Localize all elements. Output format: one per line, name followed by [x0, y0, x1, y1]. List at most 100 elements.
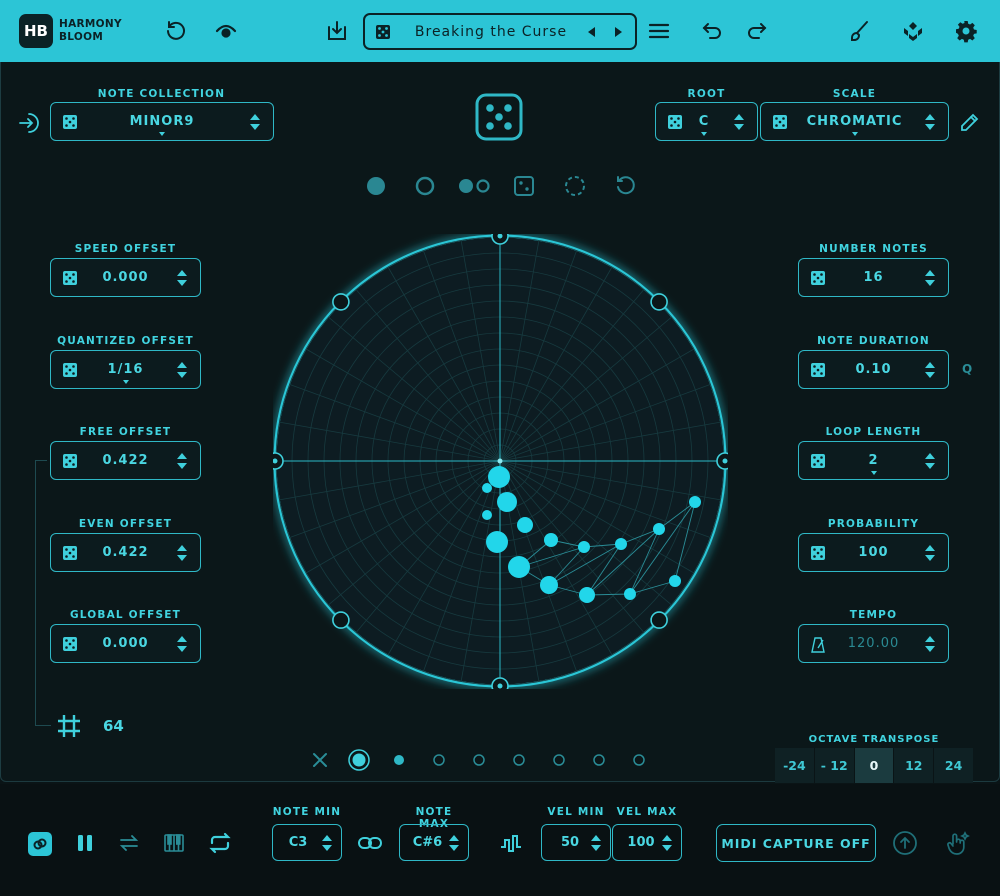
export-icon[interactable] [892, 830, 918, 856]
note-dot[interactable] [497, 492, 517, 512]
stepper-arrows-icon[interactable] [176, 543, 188, 563]
menu-icon[interactable] [646, 18, 672, 44]
prev-preset-icon[interactable] [585, 24, 597, 44]
loop-icon[interactable] [208, 832, 232, 854]
stepper-arrows-icon[interactable] [733, 112, 745, 132]
redo-icon[interactable] [744, 18, 770, 44]
stepper-arrows-icon[interactable] [924, 360, 936, 380]
mode-ring-icon[interactable] [414, 175, 436, 201]
number-notes-field[interactable]: 16 [798, 258, 949, 297]
quantized-offset-field[interactable]: 1/16 [50, 349, 201, 389]
note-dot[interactable] [508, 556, 530, 578]
import-icon[interactable] [18, 112, 42, 138]
note-collection-field[interactable]: MINOR9 [50, 102, 274, 141]
note-dot[interactable] [482, 483, 492, 493]
root-field[interactable]: C [655, 102, 758, 141]
settings-gear-icon[interactable] [953, 18, 979, 44]
stepper-arrows-icon[interactable] [590, 833, 602, 853]
preset-selector[interactable]: Breaking the Curse [363, 13, 637, 50]
reset-icon[interactable] [163, 18, 189, 44]
link-range-icon[interactable] [357, 832, 383, 854]
midi-capture-button[interactable]: MIDI CAPTURE OFF [716, 824, 876, 862]
octave-option[interactable]: - 12 [815, 748, 855, 783]
note-max-field[interactable]: C#6 [399, 824, 469, 861]
bloom-logo-icon[interactable] [900, 18, 926, 44]
stepper-arrows-icon[interactable] [176, 360, 188, 380]
mode-dice-icon[interactable] [513, 175, 535, 201]
note-dot[interactable] [578, 541, 590, 553]
logo-line2: BLOOM [59, 31, 104, 43]
grid-icon[interactable] [56, 713, 82, 743]
orbit-radar-view[interactable] [273, 234, 728, 689]
edit-scale-pencil-icon[interactable] [958, 112, 980, 138]
note-min-field[interactable]: C3 [272, 824, 342, 861]
stepper-arrows-icon[interactable] [176, 451, 188, 471]
note-dot[interactable] [486, 531, 508, 553]
stepper-arrows-icon[interactable] [661, 833, 673, 853]
vel-max-field[interactable]: 100 [612, 824, 682, 861]
octave-option[interactable]: 24 [934, 748, 973, 783]
radar-handle[interactable] [332, 611, 350, 629]
next-preset-icon[interactable] [613, 24, 625, 44]
stepper-arrows-icon[interactable] [924, 112, 936, 132]
tempo-field[interactable]: 120.00 [798, 624, 949, 663]
even-offset-field[interactable]: 0.422 [50, 532, 201, 572]
stepper-arrows-icon[interactable] [924, 451, 936, 471]
preset-name: Breaking the Curse [414, 23, 568, 40]
note-dot[interactable] [544, 533, 558, 547]
note-duration-field[interactable]: 0.10 [798, 349, 949, 389]
random-preset-icon[interactable] [376, 25, 390, 39]
mode-dual-circle-icon[interactable] [457, 175, 493, 201]
note-dot[interactable] [669, 575, 681, 587]
mode-filled-circle-icon[interactable] [365, 175, 387, 201]
stepper-arrows-icon[interactable] [176, 268, 188, 288]
stepper-arrows-icon[interactable] [924, 268, 936, 288]
probability-field[interactable]: 100 [798, 532, 949, 572]
vel-min-field[interactable]: 50 [541, 824, 611, 861]
undo-icon[interactable] [699, 18, 725, 44]
randomize-all-dice-icon[interactable] [474, 92, 524, 146]
octave-option[interactable]: 12 [894, 748, 935, 783]
clear-x-icon[interactable] [310, 750, 330, 774]
speed-offset-field[interactable]: 0.000 [50, 258, 201, 297]
mode-reverse-icon[interactable] [613, 175, 637, 201]
quantize-toggle[interactable]: Q [962, 362, 972, 376]
brush-icon[interactable] [846, 18, 872, 44]
offset-group-bracket [35, 460, 47, 725]
note-dot[interactable] [517, 517, 533, 533]
piano-keys-icon[interactable] [163, 832, 185, 854]
mode-dashed-circle-icon[interactable] [563, 175, 587, 201]
drag-hand-icon[interactable] [945, 830, 971, 856]
stepper-arrows-icon[interactable] [176, 634, 188, 654]
morph-icon[interactable] [213, 18, 239, 44]
shuffle-arrows-icon[interactable] [118, 832, 140, 854]
pattern-page-dots[interactable] [345, 747, 655, 773]
loop-length-field[interactable]: 2 [798, 441, 949, 480]
note-dot[interactable] [615, 538, 627, 550]
note-dot[interactable] [488, 466, 510, 488]
stepper-arrows-icon[interactable] [321, 833, 333, 853]
stepper-arrows-icon[interactable] [249, 112, 261, 132]
note-dot[interactable] [579, 587, 595, 603]
radar-handle[interactable] [650, 293, 668, 311]
note-dot[interactable] [540, 576, 558, 594]
global-offset-field[interactable]: 0.000 [50, 624, 201, 663]
scale-field[interactable]: CHROMATIC [760, 102, 949, 141]
radar-handle[interactable] [650, 611, 668, 629]
radar-handle[interactable] [332, 293, 350, 311]
stepper-arrows-icon[interactable] [448, 833, 460, 853]
note-dot[interactable] [653, 523, 665, 535]
octave-option-selected[interactable]: 0 [854, 748, 895, 783]
save-icon[interactable] [324, 18, 350, 44]
octave-option[interactable]: -24 [775, 748, 815, 783]
free-offset-field[interactable]: 0.422 [50, 441, 201, 480]
velocity-icon[interactable] [499, 832, 525, 854]
link-toggle-icon[interactable] [28, 832, 52, 856]
note-dot[interactable] [482, 510, 492, 520]
stepper-arrows-icon[interactable] [924, 543, 936, 563]
top-bar: HB HARMONY BLOOM Breaking the Curse [0, 0, 1000, 62]
pause-icon[interactable] [74, 832, 96, 854]
note-dot[interactable] [624, 588, 636, 600]
stepper-arrows-icon[interactable] [924, 634, 936, 654]
note-dot[interactable] [689, 496, 701, 508]
